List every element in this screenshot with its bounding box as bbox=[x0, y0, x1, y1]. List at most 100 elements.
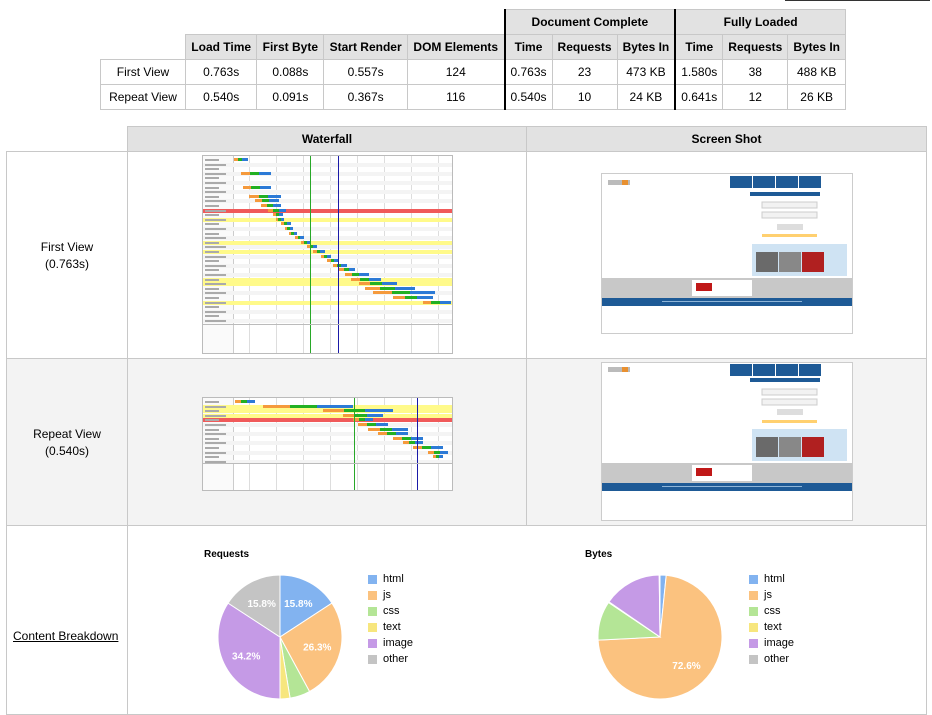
timing-bar-download bbox=[269, 199, 279, 203]
document-complete-header: Document Complete bbox=[503, 9, 677, 35]
request-name bbox=[205, 447, 219, 449]
request-name bbox=[205, 437, 219, 440]
legend-swatch bbox=[368, 654, 377, 664]
request-name bbox=[205, 186, 219, 189]
col-header: Load Time bbox=[184, 34, 258, 60]
col-header: Start Render bbox=[323, 34, 408, 60]
request-name bbox=[205, 428, 219, 431]
doc-complete-line bbox=[417, 398, 418, 490]
timing-bar-download bbox=[367, 413, 383, 417]
request-name bbox=[205, 410, 219, 413]
cell: 12 bbox=[722, 84, 789, 110]
timing-bar-download bbox=[293, 231, 297, 235]
screenshot-header: Screen Shot bbox=[526, 126, 927, 152]
page-screenshot-graphic bbox=[602, 363, 852, 520]
pie-label-js: 72.6% bbox=[672, 661, 700, 672]
timing-bar-download bbox=[365, 418, 373, 422]
timing-bar-dns bbox=[378, 432, 387, 436]
timing-bar-download bbox=[348, 268, 355, 272]
requests-chart-title: Requests bbox=[204, 549, 250, 560]
col-header: First Byte bbox=[256, 34, 325, 60]
results-table: Document Complete Fully Loaded Load Time… bbox=[100, 9, 847, 110]
timing-bar-download bbox=[381, 282, 397, 286]
timing-bar-download bbox=[300, 236, 304, 240]
waterfall-row bbox=[203, 455, 452, 459]
repeat-view-time: (0.540s) bbox=[44, 444, 90, 458]
legend-swatch bbox=[368, 638, 377, 648]
request-name bbox=[205, 301, 226, 304]
timing-bar-download bbox=[359, 273, 369, 276]
timing-bar-download bbox=[313, 245, 317, 249]
waterfall-row bbox=[203, 300, 452, 305]
request-name bbox=[205, 214, 219, 217]
legend-item-css: css bbox=[749, 603, 794, 619]
request-name bbox=[205, 191, 226, 194]
cell: 0.763s bbox=[503, 59, 553, 85]
waterfall-row bbox=[203, 204, 452, 208]
waterfall-row bbox=[203, 176, 452, 180]
legend-label: text bbox=[383, 621, 401, 633]
bytes-chart-title: Bytes bbox=[585, 549, 613, 560]
legend-swatch bbox=[368, 606, 377, 616]
waterfall-row bbox=[203, 162, 452, 167]
legend-swatch bbox=[749, 638, 758, 648]
cell: 26 KB bbox=[787, 84, 846, 110]
repeat-view-screenshot-image[interactable] bbox=[601, 362, 853, 521]
content-breakdown-cell: Content Breakdown bbox=[6, 525, 128, 715]
timing-bar-download bbox=[268, 194, 281, 198]
legend-item-html: html bbox=[368, 571, 413, 587]
waterfall-row bbox=[203, 413, 452, 418]
waterfall-row bbox=[203, 186, 452, 190]
request-name bbox=[205, 283, 226, 286]
timing-bar-download bbox=[280, 217, 284, 221]
timing-bar-ttfb bbox=[405, 296, 417, 299]
repeat-view-waterfall-image[interactable] bbox=[202, 397, 453, 491]
cell: 23 bbox=[551, 59, 618, 85]
timing-bar-ttfb bbox=[352, 273, 360, 276]
waterfall-row bbox=[203, 167, 452, 171]
timing-bar-download bbox=[365, 409, 393, 413]
request-name bbox=[205, 264, 226, 267]
legend-label: js bbox=[383, 589, 391, 601]
content-breakdown-link[interactable]: Content Breakdown bbox=[13, 629, 118, 643]
cell: 0.367s bbox=[323, 84, 408, 110]
request-name bbox=[205, 269, 219, 272]
col-header: Bytes In bbox=[616, 34, 677, 60]
waterfall-row bbox=[203, 232, 452, 236]
waterfall-row bbox=[203, 319, 452, 323]
request-name bbox=[205, 182, 226, 184]
waterfall-row bbox=[203, 314, 452, 318]
request-name bbox=[205, 451, 226, 454]
legend-swatch bbox=[749, 590, 758, 600]
request-name bbox=[205, 209, 226, 212]
timing-bar-dns bbox=[323, 409, 344, 413]
first-view-screenshot-image[interactable] bbox=[601, 173, 853, 334]
pie-label-js: 26.3% bbox=[303, 642, 331, 653]
request-name bbox=[205, 401, 219, 403]
request-name bbox=[205, 195, 219, 198]
blank-cell bbox=[100, 9, 505, 35]
cell: 0.091s bbox=[256, 84, 325, 110]
request-name bbox=[205, 218, 226, 221]
timing-bar-ttfb bbox=[380, 427, 392, 431]
request-name bbox=[205, 255, 226, 258]
request-name bbox=[205, 414, 226, 417]
legend-swatch bbox=[368, 622, 377, 632]
request-name bbox=[205, 442, 226, 445]
request-name bbox=[205, 260, 219, 263]
col-header: Time bbox=[674, 34, 724, 60]
legend-label: other bbox=[383, 653, 409, 665]
waterfall-row bbox=[203, 217, 452, 222]
legend-label: html bbox=[764, 573, 785, 585]
row-label: First View bbox=[100, 59, 186, 85]
legend-item-css: css bbox=[368, 603, 413, 619]
request-name bbox=[205, 251, 219, 253]
legend-item-image: image bbox=[368, 635, 413, 651]
first-view-waterfall-image[interactable] bbox=[202, 155, 453, 354]
bytes-pie-chart: 72.6% bbox=[597, 574, 723, 700]
legend-label: css bbox=[764, 605, 781, 617]
timing-bar-download bbox=[247, 400, 255, 403]
waterfall-row bbox=[203, 222, 452, 226]
timing-bar-ttfb bbox=[422, 446, 431, 449]
request-name bbox=[205, 163, 226, 166]
